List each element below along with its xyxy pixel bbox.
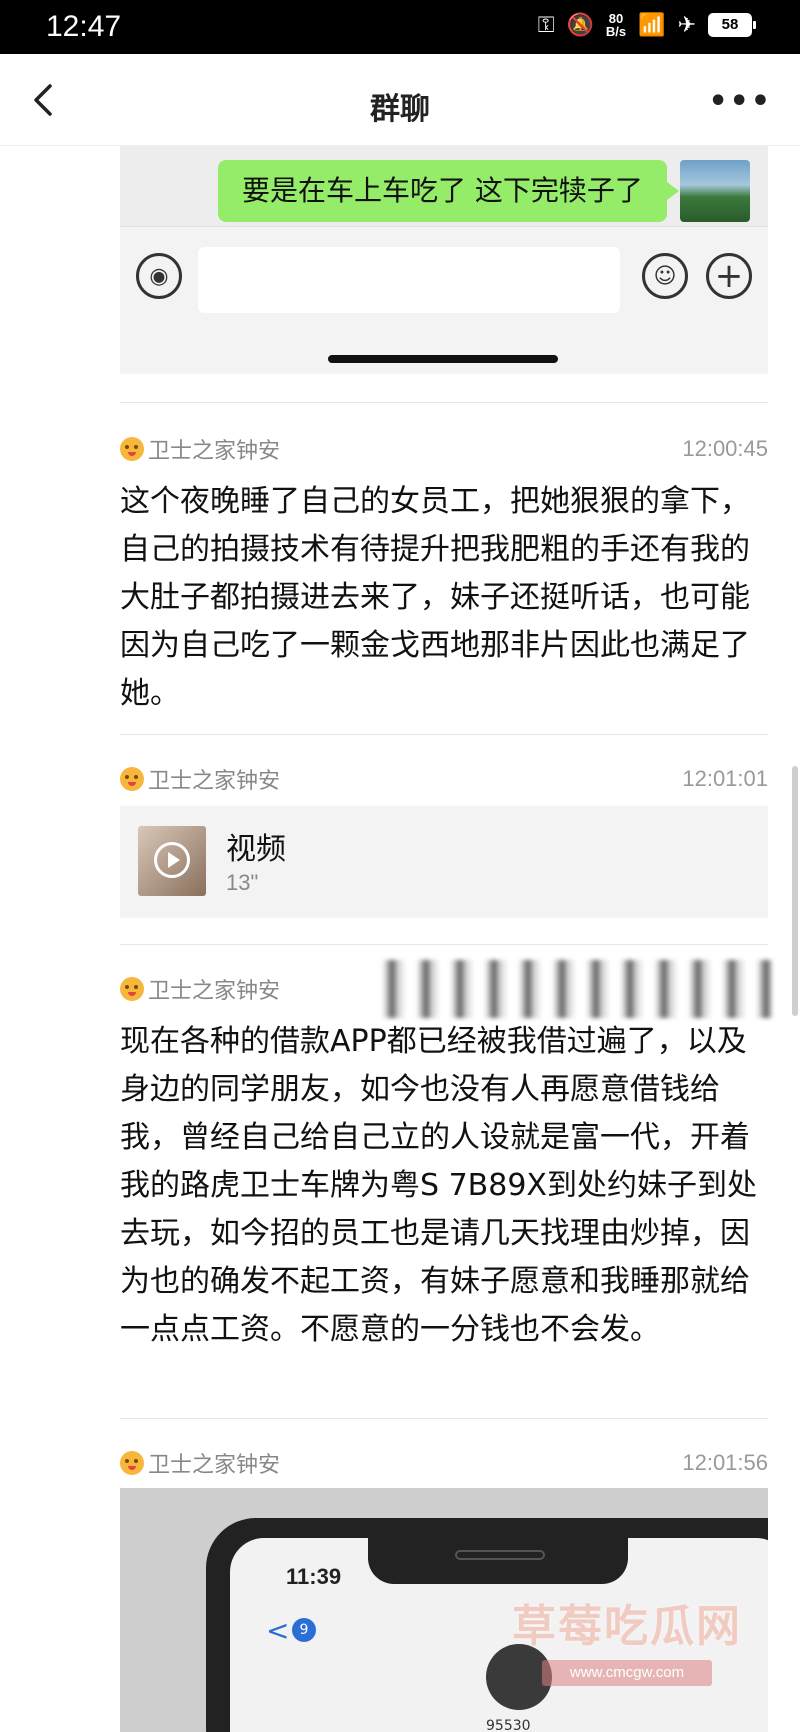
chevron-left-icon: <	[266, 1614, 290, 1647]
sender-name: 卫士之家钟安	[148, 438, 281, 463]
plus-icon: +	[706, 253, 752, 299]
embedded-chat-screenshot: 要是在车上车吃了 这下完犊子了 ◉ ☺ +	[120, 146, 768, 374]
key-icon: ⚿	[537, 12, 555, 37]
kiss-emoji-icon	[120, 1451, 144, 1475]
network-speed: 80 B/s	[606, 12, 626, 38]
emoji-icon: ☺	[642, 253, 688, 299]
watermark-title: 草莓吃瓜网	[512, 1601, 742, 1652]
status-time: 12:47	[46, 10, 122, 43]
sender: 卫士之家钟安	[120, 763, 280, 795]
status-icons: ⚿ 🔕 80 B/s 📶 ✈ 58	[537, 12, 756, 38]
mute-bell-icon: 🔕	[566, 12, 594, 37]
message-text: 这个夜晚睡了自己的女员工，把她狠狠的拿下，自己的拍摄技术有待提升把我肥粗的手还有…	[120, 484, 750, 711]
divider	[120, 1418, 768, 1419]
voice-icon: ◉	[136, 253, 182, 299]
divider	[120, 734, 768, 735]
phone-notch	[368, 1538, 628, 1584]
nav-bar: 群聊 •••	[0, 54, 800, 146]
kiss-emoji-icon	[120, 437, 144, 461]
scrollbar[interactable]	[792, 766, 798, 1016]
sender: 卫士之家钟安	[120, 973, 280, 1005]
divider	[120, 402, 768, 403]
sender-name: 卫士之家钟安	[148, 978, 281, 1003]
chat-bubble: 要是在车上车吃了 这下完犊子了	[218, 160, 679, 222]
video-card[interactable]: 视频 13"	[120, 806, 768, 918]
message-item[interactable]: 卫士之家钟安 12:00:45 这个夜晚睡了自己的女员工，把她狠狠的拿下，自己的…	[120, 434, 768, 718]
message-item[interactable]: 卫士之家钟安 现在各种的借款APP都已经被我借过遍了，以及身边的同学朋友，如今也…	[120, 974, 768, 1354]
kiss-emoji-icon	[120, 977, 144, 1001]
battery-icon: 58	[708, 13, 756, 37]
sender: 卫士之家钟安	[120, 1447, 280, 1479]
watermark: 草莓吃瓜网 www.cmcgw.com	[512, 1590, 762, 1686]
sender-name: 卫士之家钟安	[148, 1452, 281, 1477]
chat-input-bar: ◉ ☺ +	[120, 226, 768, 374]
timestamp: 12:01:56	[682, 1450, 768, 1475]
more-dots-icon[interactable]: •••	[708, 84, 772, 119]
phone-time: 11:39	[286, 1564, 342, 1589]
sender: 卫士之家钟安	[120, 433, 280, 465]
speed-unit: B/s	[605, 24, 627, 39]
message-text: 现在各种的借款APP都已经被我借过遍了，以及身边的同学朋友，如今也没有人再愿意借…	[120, 1024, 757, 1347]
timestamp: 12:01:01	[682, 766, 768, 791]
divider	[120, 944, 768, 945]
page-title: 群聊	[370, 93, 430, 126]
sender-name: 卫士之家钟安	[148, 768, 281, 793]
wifi-icon: 📶	[638, 12, 666, 37]
play-icon[interactable]	[154, 842, 190, 878]
message-item[interactable]: 卫士之家钟安 12:01:01 视频 13"	[120, 764, 768, 918]
redaction-blur	[372, 960, 772, 1018]
avatar	[680, 160, 750, 222]
phone-speaker	[455, 1550, 545, 1560]
video-label: 视频	[226, 832, 286, 867]
phone-number: 95530	[486, 1718, 531, 1732]
home-indicator	[328, 355, 558, 363]
video-duration: 13"	[226, 870, 259, 895]
status-bar: 12:47 ⚿ 🔕 80 B/s 📶 ✈ 58	[0, 0, 800, 54]
airplane-icon: ✈	[677, 12, 696, 37]
watermark-url: www.cmcgw.com	[542, 1660, 712, 1686]
timestamp: 12:00:45	[682, 436, 768, 461]
kiss-emoji-icon	[120, 767, 144, 791]
unread-badge: 9	[292, 1618, 316, 1642]
message-input	[198, 247, 620, 313]
message-item[interactable]: 卫士之家钟安 12:01:56	[120, 1448, 768, 1478]
